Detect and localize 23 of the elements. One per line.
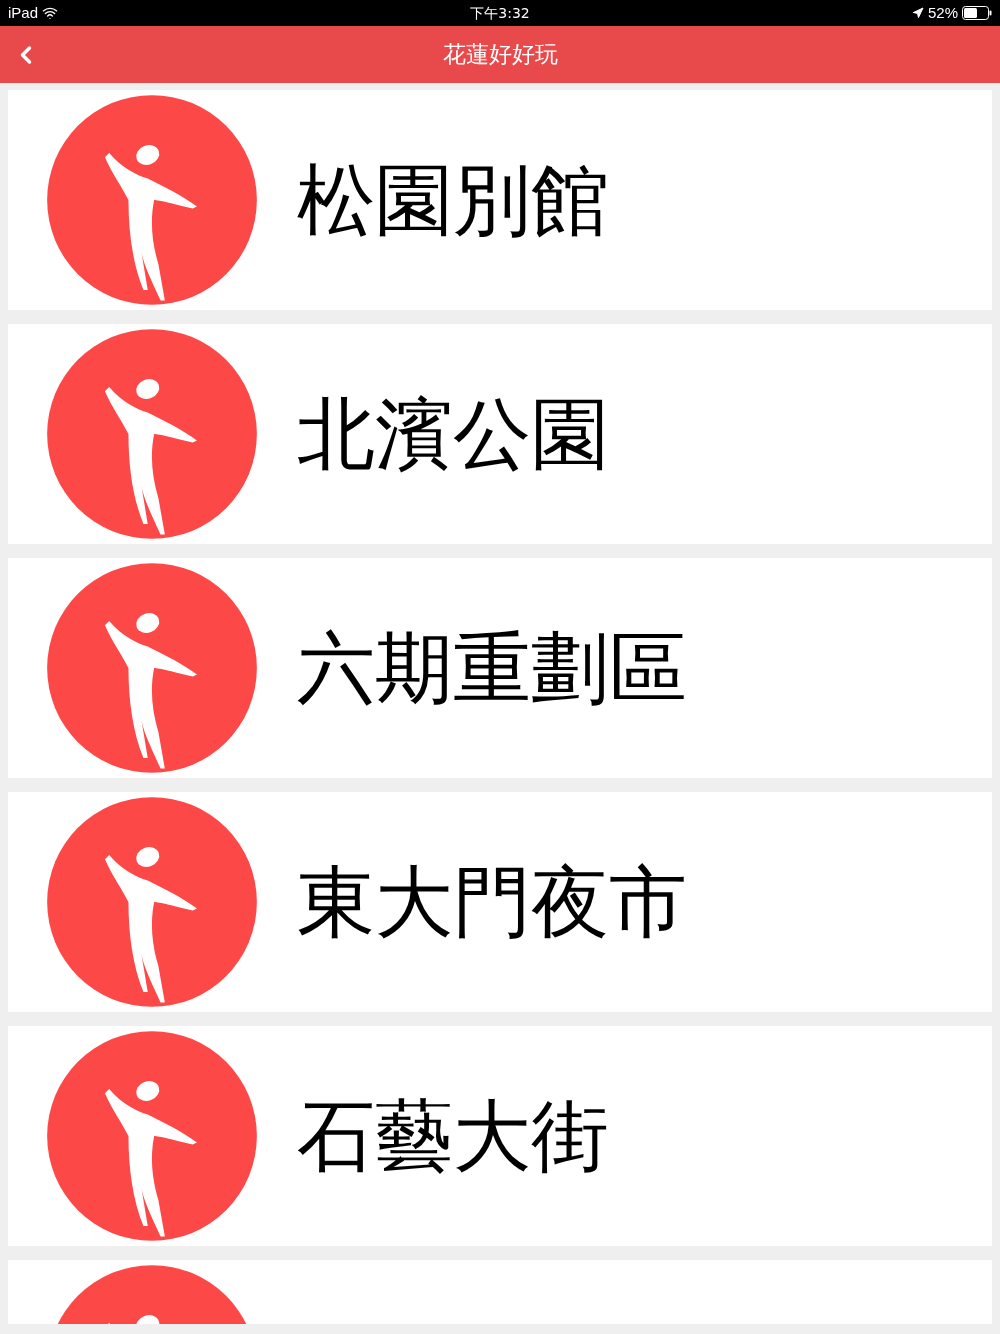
- place-row[interactable]: 松園別館: [8, 90, 992, 310]
- dancer-icon: [45, 327, 259, 541]
- place-row[interactable]: [8, 1260, 992, 1324]
- place-name: 北濱公園: [297, 387, 609, 481]
- wifi-icon: [42, 5, 59, 21]
- place-name: 六期重劃區: [297, 621, 687, 715]
- dancer-icon: [45, 1029, 259, 1243]
- battery-percent: 52%: [927, 2, 958, 23]
- battery-icon: [962, 6, 992, 20]
- dancer-icon: [45, 93, 259, 307]
- place-row[interactable]: 東大門夜市: [8, 792, 992, 1012]
- device-name: iPad: [8, 2, 39, 23]
- place-name: 松園別館: [297, 153, 609, 247]
- dancer-icon: [45, 561, 259, 775]
- clock: 下午3:32: [470, 3, 530, 23]
- place-row[interactable]: 六期重劃區: [8, 558, 992, 778]
- place-row[interactable]: 石藝大街: [8, 1026, 992, 1246]
- place-row[interactable]: 北濱公園: [8, 324, 992, 544]
- location-arrow-icon: [911, 7, 924, 19]
- dancer-icon: [45, 795, 259, 1009]
- place-name: 東大門夜市: [297, 855, 687, 949]
- nav-title: 花蓮好好玩: [442, 40, 558, 70]
- place-name: 石藝大街: [297, 1089, 609, 1183]
